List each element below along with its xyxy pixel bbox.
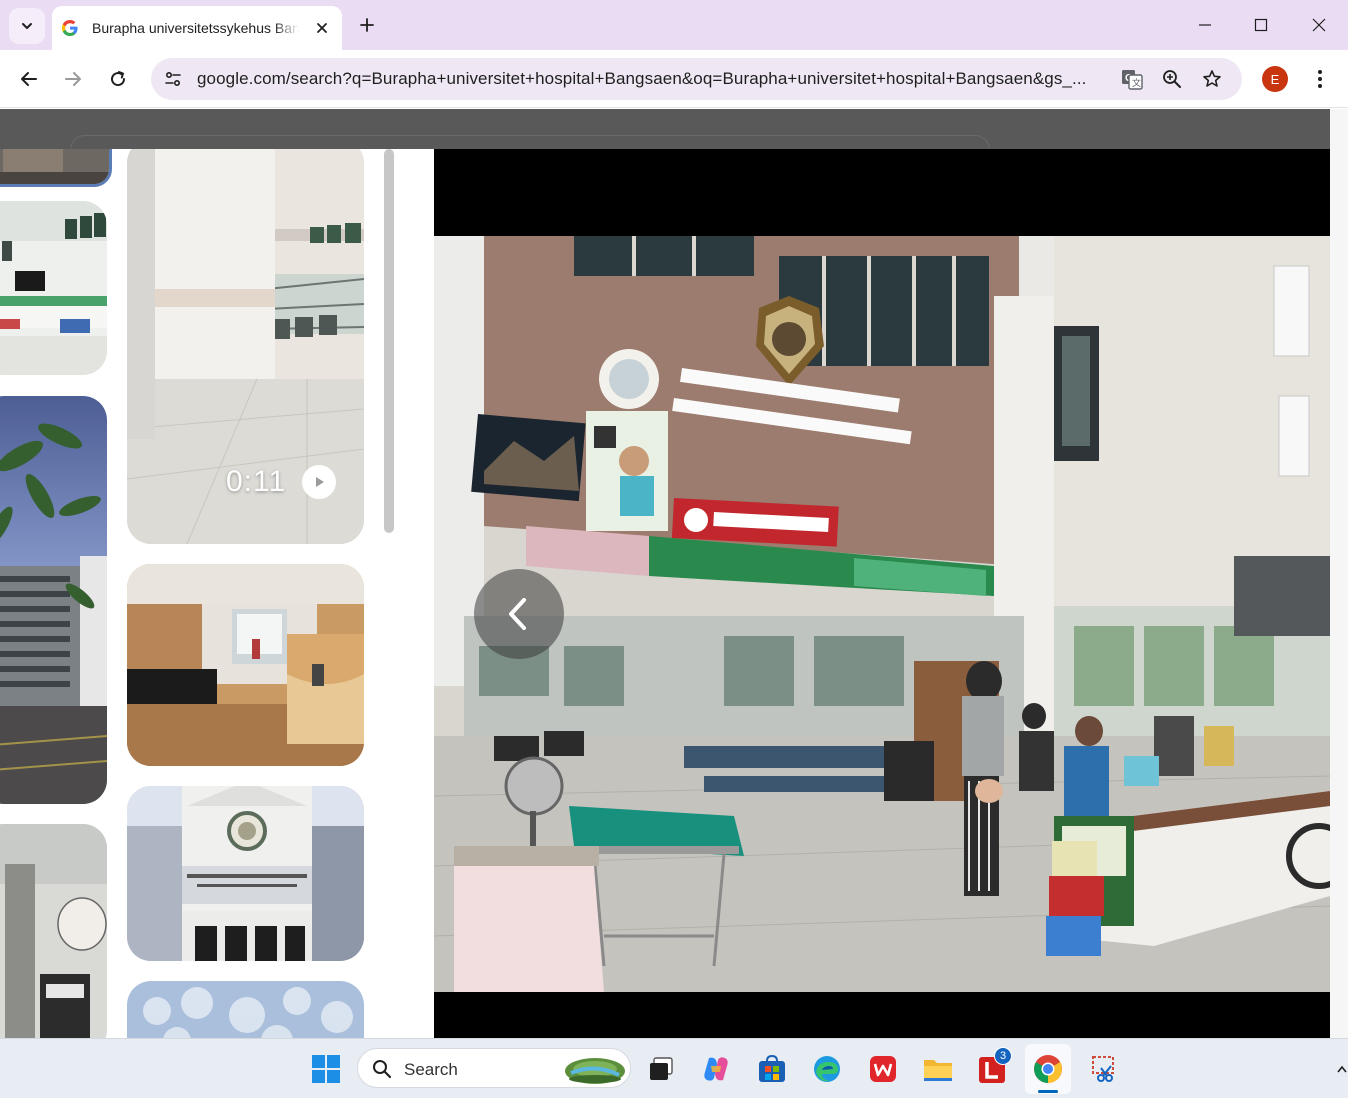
window-close-button[interactable] bbox=[1290, 0, 1348, 50]
thumbnail-sky[interactable] bbox=[127, 981, 364, 1038]
image-viewer bbox=[434, 149, 1330, 1038]
snipping-tool-icon[interactable] bbox=[1086, 1051, 1122, 1087]
wps-icon[interactable] bbox=[865, 1051, 901, 1087]
reload-button[interactable] bbox=[102, 63, 134, 95]
windows-taskbar: Search 3 bbox=[0, 1038, 1348, 1098]
tab-title: Burapha universitetssykehus Bangsaen - G… bbox=[92, 20, 299, 36]
chrome-icon[interactable] bbox=[1030, 1051, 1066, 1087]
taskbar-search-label: Search bbox=[404, 1060, 458, 1079]
thumbnail-selected[interactable] bbox=[0, 149, 112, 187]
taskbar-search-box[interactable]: Search bbox=[357, 1048, 631, 1088]
thumbnail-corridor-video[interactable]: 0:11 bbox=[127, 149, 364, 544]
hospital-lobby-photo bbox=[434, 236, 1330, 992]
l-app-badge: 3 bbox=[994, 1047, 1012, 1065]
new-tab-button[interactable] bbox=[354, 12, 380, 38]
url-text[interactable]: google.com/search?q=Burapha+universitet+… bbox=[197, 69, 1109, 89]
minimize-icon bbox=[1199, 24, 1211, 26]
address-bar[interactable]: google.com/search?q=Burapha+universitet+… bbox=[151, 58, 1242, 100]
task-view-icon[interactable] bbox=[643, 1051, 679, 1087]
bookmark-star-icon[interactable] bbox=[1200, 67, 1224, 91]
minimize-button[interactable] bbox=[1176, 0, 1234, 50]
thumbnail-patient-room[interactable] bbox=[127, 564, 364, 766]
translate-icon[interactable]: G文 bbox=[1120, 67, 1144, 91]
zoom-icon[interactable] bbox=[1160, 67, 1184, 91]
thumbnail-signboard[interactable] bbox=[0, 824, 107, 1038]
tray-overflow-chevron-icon[interactable] bbox=[1336, 1061, 1348, 1077]
file-explorer-icon[interactable] bbox=[920, 1051, 956, 1087]
browser-toolbar: google.com/search?q=Burapha+universitet+… bbox=[0, 50, 1348, 108]
dimmed-page-header bbox=[0, 109, 1330, 165]
play-icon[interactable] bbox=[302, 465, 336, 499]
close-icon[interactable] bbox=[314, 20, 330, 36]
chevron-down-icon bbox=[22, 23, 32, 29]
close-icon bbox=[1312, 18, 1326, 32]
windows-start-icon[interactable] bbox=[308, 1051, 344, 1087]
edge-icon[interactable] bbox=[809, 1051, 845, 1087]
forward-arrow-icon bbox=[65, 72, 81, 86]
chevron-left-icon bbox=[509, 598, 526, 630]
active-app-indicator bbox=[1038, 1090, 1058, 1093]
tab-active[interactable]: Burapha universitetssykehus Bangsaen - G… bbox=[52, 6, 342, 50]
maximize-icon bbox=[1254, 18, 1268, 32]
svg-text:文: 文 bbox=[1132, 77, 1141, 89]
browser-tab-bar: Burapha universitetssykehus Bangsaen - G… bbox=[0, 0, 1348, 50]
panel-scrollbar-thumb[interactable] bbox=[384, 149, 394, 533]
copilot-icon[interactable] bbox=[698, 1051, 734, 1087]
google-g-icon bbox=[62, 20, 78, 36]
back-button[interactable] bbox=[13, 63, 45, 95]
browser-menu-button[interactable] bbox=[1306, 63, 1334, 95]
maximize-button[interactable] bbox=[1232, 0, 1290, 50]
store-icon[interactable] bbox=[754, 1051, 790, 1087]
forward-button[interactable] bbox=[57, 63, 89, 95]
site-info-icon[interactable] bbox=[161, 67, 185, 91]
page-scrollbar[interactable] bbox=[1330, 109, 1348, 1038]
previous-image-button[interactable] bbox=[474, 569, 564, 659]
reload-icon bbox=[111, 71, 126, 87]
plus-icon bbox=[360, 18, 374, 32]
video-duration: 0:11 bbox=[226, 465, 287, 498]
thumbnail-building-palms[interactable] bbox=[0, 396, 107, 804]
thumbnail-waiting-hall[interactable] bbox=[0, 201, 107, 375]
search-highlight-art bbox=[565, 1058, 625, 1084]
more-vert-icon bbox=[1318, 70, 1322, 88]
tab-search-button[interactable] bbox=[9, 8, 45, 44]
search-icon bbox=[372, 1059, 392, 1079]
profile-avatar[interactable]: E bbox=[1262, 66, 1288, 92]
back-arrow-icon bbox=[21, 72, 37, 86]
thumbnail-building-facade[interactable] bbox=[127, 786, 364, 961]
image-thumbnail-panel: 0:11 bbox=[0, 149, 434, 1038]
page-content: 0:11 bbox=[0, 109, 1348, 1038]
